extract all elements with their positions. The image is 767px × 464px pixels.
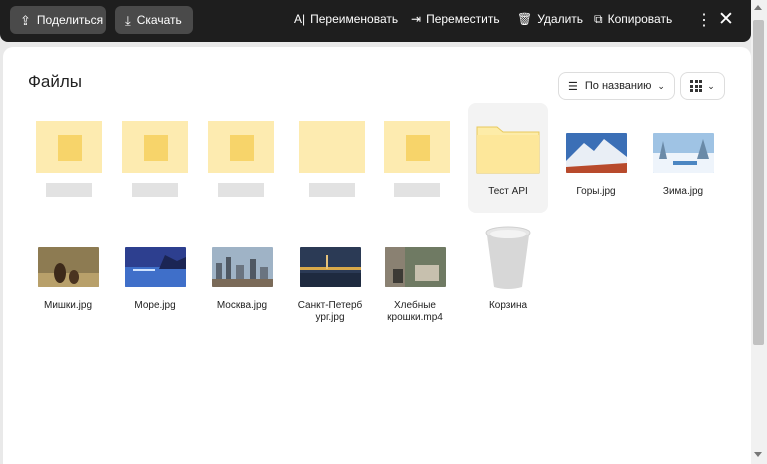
move-label: Переместить [426,12,500,26]
folder-icon [384,121,450,173]
folder-icon [122,121,188,173]
share-icon: ⇪ [20,12,31,28]
image-item[interactable]: Зима.jpg [643,133,723,198]
blurred-label [132,183,178,197]
video-item[interactable]: Хлебные крошки.mp4 [375,247,455,324]
trash-icon: 🗑 [517,12,533,26]
moscow-thumbnail [211,247,273,287]
folder-icon [299,121,365,173]
blurred-folder[interactable] [299,121,365,197]
scroll-up-arrow-icon[interactable] [754,5,762,10]
spb-thumbnail [299,247,361,287]
blurred-label [46,183,92,197]
scrollbar-thumb[interactable] [753,20,764,345]
file-browser-panel: Файлы ☰ По названию ⌄ ⌄ Тест API Горы.jp… [3,47,751,464]
chevron-down-icon: ⌄ [657,80,665,91]
close-button[interactable]: ✕ [718,8,734,31]
view-mode-button[interactable]: ⌄ [680,72,725,100]
item-label: Хлебные крошки.mp4 [387,300,443,323]
delete-label: Удалить [537,12,584,26]
winter-thumbnail [652,133,714,173]
mountains-thumbnail [565,133,627,173]
rename-label: Переименовать [310,12,399,26]
top-toolbar: ⇪ Поделиться ⤓ Скачать A| Переименовать … [0,0,751,42]
folder-item[interactable]: Тест API [468,121,548,198]
blurred-folder[interactable] [208,121,274,197]
download-icon: ⤓ [125,12,131,28]
item-label: Санкт-Петерб ург.jpg [297,300,363,323]
move-icon: ⇥ [411,12,422,26]
share-button[interactable]: ⇪ Поделиться [10,6,106,34]
sort-dropdown[interactable]: ☰ По названию ⌄ [558,72,675,100]
blurred-folder[interactable] [384,121,450,197]
rename-button[interactable]: A| Переименовать [294,12,398,26]
bears-thumbnail [37,247,99,287]
page-title: Файлы [28,72,83,91]
blurred-folder[interactable] [122,121,188,197]
rename-icon: A| [294,12,306,26]
video-thumbnail [384,247,446,287]
download-label: Скачать [136,13,182,27]
delete-button[interactable]: 🗑 Удалить [517,12,583,26]
share-label: Поделиться [36,13,104,27]
image-item[interactable]: Горы.jpg [556,133,636,198]
item-label: Москва.jpg [216,300,268,311]
copy-label: Копировать [607,12,673,26]
blurred-label [394,183,440,197]
blurred-folder[interactable] [36,121,102,197]
blurred-label [309,183,355,197]
sort-label: По названию [584,80,652,92]
folder-icon [208,121,274,173]
blurred-label [218,183,264,197]
item-label: Мишки.jpg [43,300,93,311]
folder-icon [476,126,540,174]
item-label: Зима.jpg [662,186,704,197]
item-label: Море.jpg [134,300,176,311]
folder-icon [36,121,102,173]
move-button[interactable]: ⇥ Переместить [411,12,500,26]
more-icon: ⋮ [696,12,712,29]
image-item[interactable]: Санкт-Петерб ург.jpg [290,247,370,324]
chevron-down-icon: ⌄ [707,80,715,91]
scroll-down-arrow-icon[interactable] [754,452,762,457]
more-button[interactable]: ⋮ [696,10,712,30]
grid-view-icon [690,80,703,92]
image-item[interactable]: Москва.jpg [202,247,282,312]
sort-icon: ☰ [568,80,578,93]
trash-bin-icon [485,226,531,289]
trash-item[interactable]: Корзина [468,225,548,312]
image-item[interactable]: Мишки.jpg [28,247,108,312]
download-button[interactable]: ⤓ Скачать [115,6,193,34]
copy-icon: ⧉ [594,12,603,26]
image-item[interactable]: Море.jpg [115,247,195,312]
sea-thumbnail [124,247,186,287]
copy-button[interactable]: ⧉ Копировать [594,12,672,26]
item-label: Корзина [488,300,528,311]
item-label: Тест API [488,186,528,197]
close-icon: ✕ [718,9,734,30]
item-label: Горы.jpg [576,186,616,197]
